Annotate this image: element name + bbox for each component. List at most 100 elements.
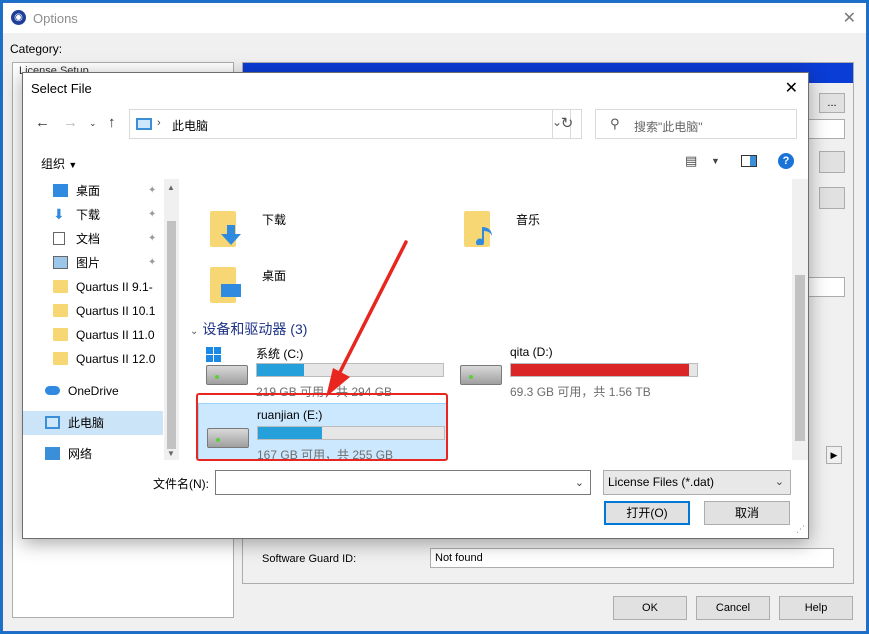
- help-button[interactable]: Help: [779, 596, 853, 620]
- file-type-select[interactable]: License Files (*.dat) ⌄: [603, 470, 791, 495]
- up-arrow-icon[interactable]: ↑: [108, 114, 116, 131]
- nav-item-label: 桌面: [76, 184, 101, 198]
- scroll-right-arrow-icon[interactable]: ▶: [826, 446, 842, 464]
- folder-icon: [53, 280, 68, 293]
- resize-grip-icon[interactable]: ⋰: [796, 524, 805, 535]
- dialog-titlebar: Select File ✕: [23, 73, 808, 104]
- content-scrollbar[interactable]: [792, 179, 808, 460]
- folder-name: 下载: [262, 213, 287, 227]
- nav-item-onedrive[interactable]: OneDrive: [23, 379, 163, 403]
- select-file-dialog: Select File ✕ ← → ⌄ ↑ › 此电脑 ⌄ ↻ ⚲ 搜索"此电脑…: [22, 72, 809, 539]
- back-arrow-icon[interactable]: ←: [35, 114, 50, 131]
- recent-dropdown-icon[interactable]: ⌄: [89, 118, 97, 129]
- this-pc-icon: [136, 118, 152, 130]
- pictures-icon: [53, 256, 68, 269]
- folder-tile-desktop[interactable]: 桌面: [210, 265, 440, 315]
- side-button-1[interactable]: [819, 151, 845, 173]
- folder-icon: [53, 352, 68, 365]
- folder-icon: [53, 328, 68, 341]
- forward-arrow-icon[interactable]: →: [63, 114, 78, 131]
- scroll-down-icon[interactable]: ▼: [167, 449, 175, 458]
- nav-scrollbar[interactable]: ▲ ▼: [164, 179, 179, 460]
- music-folder-icon: [464, 211, 492, 247]
- drive-usage-bar: [510, 363, 698, 377]
- file-type-value: License Files (*.dat): [608, 475, 715, 489]
- content-scroll-thumb[interactable]: [795, 275, 805, 441]
- browse-button[interactable]: ...: [819, 93, 845, 113]
- help-icon[interactable]: ?: [778, 153, 794, 169]
- hard-drive-icon: [460, 365, 502, 385]
- address-path[interactable]: 此电脑: [172, 117, 208, 134]
- filename-input[interactable]: ⌄: [215, 470, 591, 495]
- drive-tile-d[interactable]: qita (D:) 69.3 GB 可用，共 1.56 TB: [452, 341, 702, 403]
- downloads-folder-icon: [210, 211, 241, 247]
- document-icon: [53, 232, 65, 245]
- category-label: Category:: [10, 42, 63, 56]
- search-icon: ⚲: [610, 116, 620, 131]
- nav-item-this-pc[interactable]: 此电脑: [23, 411, 163, 435]
- nav-item-label: 文档: [76, 232, 101, 246]
- drive-tile-c[interactable]: 系统 (C:) 219 GB 可用，共 294 GB: [198, 341, 448, 403]
- folder-tile-music[interactable]: 音乐: [464, 209, 694, 259]
- dialog-close-icon[interactable]: ✕: [785, 78, 798, 98]
- nav-item-downloads[interactable]: ⬇ 下载 ✦: [23, 203, 163, 227]
- folder-tile-partial-2[interactable]: [464, 179, 694, 191]
- address-bar-row: ← → ⌄ ↑ › 此电脑 ⌄ ↻ ⚲ 搜索"此电脑": [23, 106, 808, 142]
- nav-item-documents[interactable]: 文档 ✦: [23, 227, 163, 251]
- nav-item-label: 此电脑: [68, 416, 105, 430]
- drive-name: 系统 (C:): [256, 347, 304, 361]
- nav-item-pictures[interactable]: 图片 ✦: [23, 251, 163, 275]
- panel-field-2[interactable]: [803, 277, 845, 297]
- nav-item-label: Quartus II 9.1-: [76, 280, 153, 294]
- options-close-icon[interactable]: ✕: [843, 8, 856, 28]
- nav-item-quartus-12[interactable]: Quartus II 12.0: [23, 347, 163, 371]
- drive-free-text: 69.3 GB 可用，共 1.56 TB: [510, 385, 651, 399]
- preview-pane-icon[interactable]: [741, 155, 757, 167]
- pin-icon: ✦: [148, 209, 157, 220]
- folder-name: 桌面: [262, 269, 287, 283]
- file-type-dropdown-icon: ⌄: [774, 476, 784, 488]
- content-pane: 下载 音乐 桌面 ⌄ 设备和驱动器 (3) 系统 (C:) 219 GB 可用，共…: [180, 179, 792, 460]
- dialog-title: Select File: [31, 81, 92, 96]
- address-box[interactable]: › 此电脑 ⌄: [129, 109, 571, 139]
- side-button-2[interactable]: [819, 187, 845, 209]
- nav-item-label: 下载: [76, 208, 101, 222]
- refresh-icon[interactable]: ↻: [552, 109, 582, 139]
- open-button[interactable]: 打开(O): [604, 501, 690, 525]
- options-titlebar: ◉ Options ✕: [3, 3, 866, 33]
- pin-icon: ✦: [148, 257, 157, 268]
- drive-free-text: 167 GB 可用，共 255 GB: [257, 448, 394, 460]
- drive-usage-fill: [511, 364, 689, 376]
- search-placeholder: 搜索"此电脑": [634, 120, 703, 134]
- nav-item-network[interactable]: 网络: [23, 442, 163, 460]
- cancel-button[interactable]: Cancel: [696, 596, 770, 620]
- nav-scroll-thumb[interactable]: [167, 221, 176, 449]
- organize-menu[interactable]: 组织 ▼: [41, 155, 77, 172]
- devices-group-header[interactable]: ⌄ 设备和驱动器 (3): [190, 319, 307, 339]
- scroll-up-icon[interactable]: ▲: [167, 183, 175, 192]
- nav-item-desktop[interactable]: 桌面 ✦: [23, 179, 163, 203]
- folder-tile-downloads[interactable]: 下载: [210, 209, 440, 259]
- ok-button[interactable]: OK: [613, 596, 687, 620]
- drive-tile-e[interactable]: ruanjian (E:) 167 GB 可用，共 255 GB: [198, 403, 448, 460]
- nav-item-quartus-9[interactable]: Quartus II 9.1-: [23, 275, 163, 299]
- dialog-toolbar: 组织 ▼ ▤ ▼ ?: [23, 147, 808, 177]
- nav-item-quartus-10[interactable]: Quartus II 10.1: [23, 299, 163, 323]
- options-title: Options: [33, 11, 78, 26]
- chevron-down-icon: ⌄: [190, 326, 199, 337]
- breadcrumb-chevron-icon[interactable]: ›: [157, 117, 161, 129]
- filename-dropdown-icon[interactable]: ⌄: [575, 476, 584, 489]
- this-pc-icon: [45, 416, 60, 429]
- nav-item-quartus-11[interactable]: Quartus II 11.0: [23, 323, 163, 347]
- hard-drive-icon: [206, 365, 248, 385]
- dialog-cancel-button[interactable]: 取消: [704, 501, 790, 525]
- folder-tile-partial-1[interactable]: [210, 179, 440, 191]
- folder-name: 音乐: [516, 213, 541, 227]
- search-input[interactable]: ⚲ 搜索"此电脑": [595, 109, 797, 139]
- view-options-icon[interactable]: ▤: [685, 153, 697, 169]
- network-icon: [45, 447, 60, 460]
- download-icon: ⬇: [53, 206, 65, 222]
- hard-drive-icon: [207, 428, 249, 448]
- view-dropdown-icon[interactable]: ▼: [711, 156, 720, 166]
- nav-item-label: 网络: [68, 447, 93, 460]
